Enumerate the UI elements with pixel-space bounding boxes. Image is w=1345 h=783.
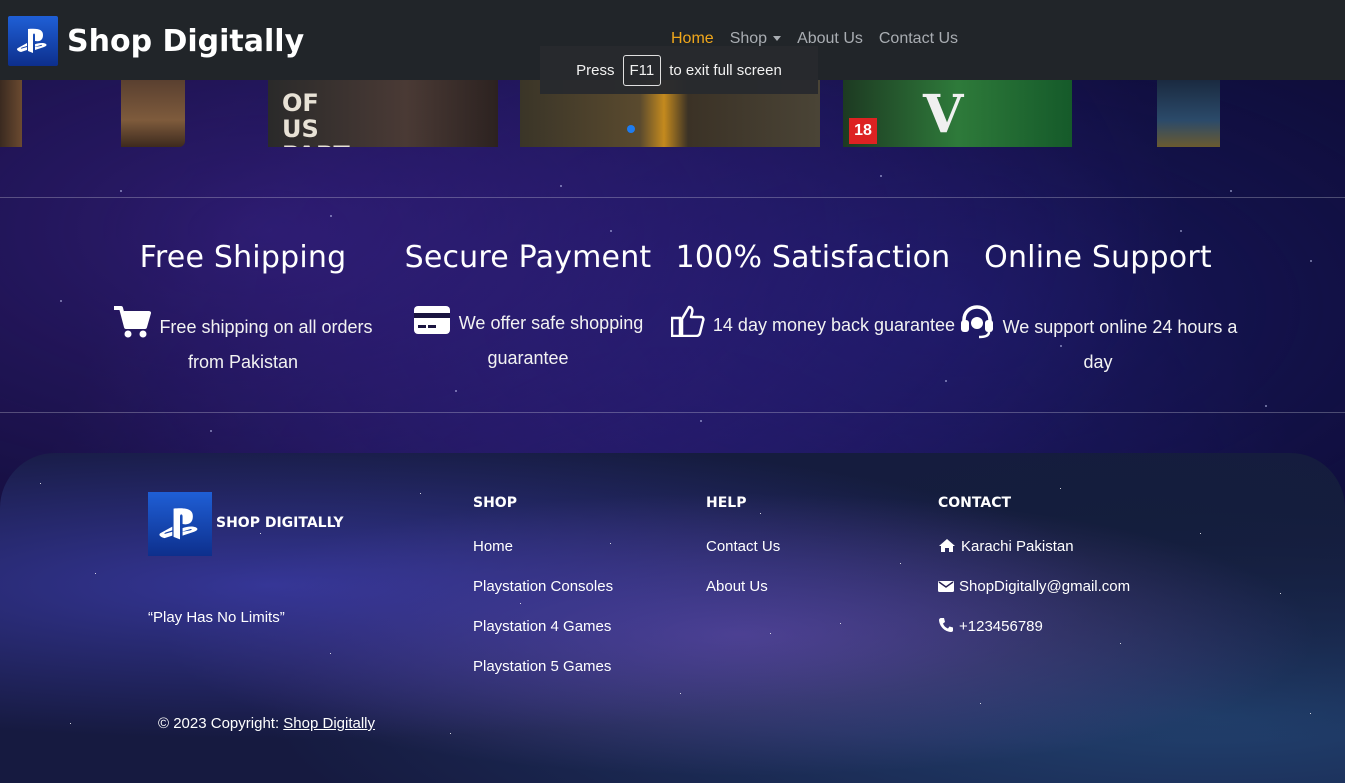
feature-online-support: Online Support We support online 24 hour… xyxy=(953,240,1243,377)
playstation-logo-icon xyxy=(8,16,58,66)
footer-link-home[interactable]: Home xyxy=(473,537,613,577)
caret-down-icon xyxy=(773,36,782,42)
contact-address: Karachi Pakistan xyxy=(938,537,1130,577)
feature-text: 14 day money back guarantee xyxy=(668,305,958,346)
headset-icon xyxy=(959,305,995,348)
feature-title: Free Shipping xyxy=(139,240,347,275)
footer-help-column: HELP Contact Us About Us xyxy=(706,495,780,617)
f11-key: F11 xyxy=(622,54,662,86)
fullscreen-notice: Press F11 to exit full screen xyxy=(540,46,818,94)
copyright-link[interactable]: Shop Digitally xyxy=(283,715,375,732)
nav-contact[interactable]: Contact Us xyxy=(879,30,958,48)
footer-contact-column: CONTACT Karachi Pakistan ShopDigitally@g… xyxy=(938,495,1130,657)
feature-secure-payment: Secure Payment We offer safe shopping gu… xyxy=(383,240,673,373)
footer-shop-column: SHOP Home Playstation Consoles Playstati… xyxy=(473,495,613,697)
copyright: © 2023 Copyright: Shop Digitally xyxy=(158,715,375,732)
contact-email[interactable]: ShopDigitally@gmail.com xyxy=(938,577,1130,617)
feature-title: Online Support xyxy=(984,240,1212,275)
brand[interactable]: Shop Digitally xyxy=(8,16,304,66)
feature-text: Free shipping on all orders from Pakista… xyxy=(98,305,388,377)
feature-description: Free shipping on all orders from Pakista… xyxy=(159,317,373,372)
envelope-icon xyxy=(938,579,954,599)
copyright-text: © 2023 Copyright: xyxy=(158,715,280,732)
toast-message: to exit full screen xyxy=(669,61,782,79)
contact-address-text: Karachi Pakistan xyxy=(961,538,1074,555)
roman-v-logo: V xyxy=(923,84,964,145)
footer-brand: SHOP DIGITALLY xyxy=(216,515,344,531)
feature-description: We support online 24 hours a day xyxy=(1002,317,1238,372)
carousel-slide[interactable]: OF US PART II xyxy=(268,80,498,147)
footer-shop-heading: SHOP xyxy=(473,495,517,511)
feature-description: 14 day money back guarantee xyxy=(712,315,956,335)
footer-tagline: “Play Has No Limits” xyxy=(148,609,285,626)
toast-press: Press xyxy=(576,61,615,79)
carousel-slide[interactable] xyxy=(1157,80,1220,147)
contact-phone-text: +123456789 xyxy=(959,618,1043,635)
nav-shop-label: Shop xyxy=(729,30,768,47)
phone-icon xyxy=(938,617,954,639)
home-icon xyxy=(938,538,956,559)
feature-title: Secure Payment xyxy=(404,240,652,275)
contact-email-text: ShopDigitally@gmail.com xyxy=(959,578,1131,595)
footer-contact-heading: CONTACT xyxy=(938,495,1012,511)
site-footer: SHOP DIGITALLY “Play Has No Limits” SHOP… xyxy=(0,453,1345,783)
feature-description: We offer safe shopping guarantee xyxy=(458,313,644,368)
feature-free-shipping: Free Shipping Free shipping on all order… xyxy=(98,240,388,377)
feature-satisfaction: 100% Satisfaction 14 day money back guar… xyxy=(668,240,958,346)
credit-card-icon xyxy=(413,305,451,344)
footer-link-ps4-games[interactable]: Playstation 4 Games xyxy=(473,617,613,657)
footer-link-contact[interactable]: Contact Us xyxy=(706,537,780,577)
divider xyxy=(0,197,1345,198)
footer-playstation-logo-icon xyxy=(148,492,212,556)
footer-link-about[interactable]: About Us xyxy=(706,577,780,617)
age-rating-badge: 18 xyxy=(849,118,877,144)
divider xyxy=(0,412,1345,413)
cart-icon xyxy=(113,305,152,348)
footer-link-consoles[interactable]: Playstation Consoles xyxy=(473,577,613,617)
footer-link-ps5-games[interactable]: Playstation 5 Games xyxy=(473,657,613,697)
thumbs-up-icon xyxy=(670,305,705,346)
carousel-slide[interactable]: 18 V xyxy=(843,80,1072,147)
slide-title-text: OF US PART II xyxy=(282,89,350,147)
footer-help-heading: HELP xyxy=(706,495,747,511)
contact-phone[interactable]: +123456789 xyxy=(938,617,1130,657)
feature-title: 100% Satisfaction xyxy=(675,240,951,275)
brand-name: Shop Digitally xyxy=(67,23,305,59)
carousel-slide[interactable] xyxy=(121,80,185,147)
feature-text: We support online 24 hours a day xyxy=(953,305,1243,377)
carousel-indicator[interactable] xyxy=(627,125,635,133)
carousel-slide[interactable] xyxy=(0,80,22,147)
feature-text: We offer safe shopping guarantee xyxy=(383,305,673,373)
